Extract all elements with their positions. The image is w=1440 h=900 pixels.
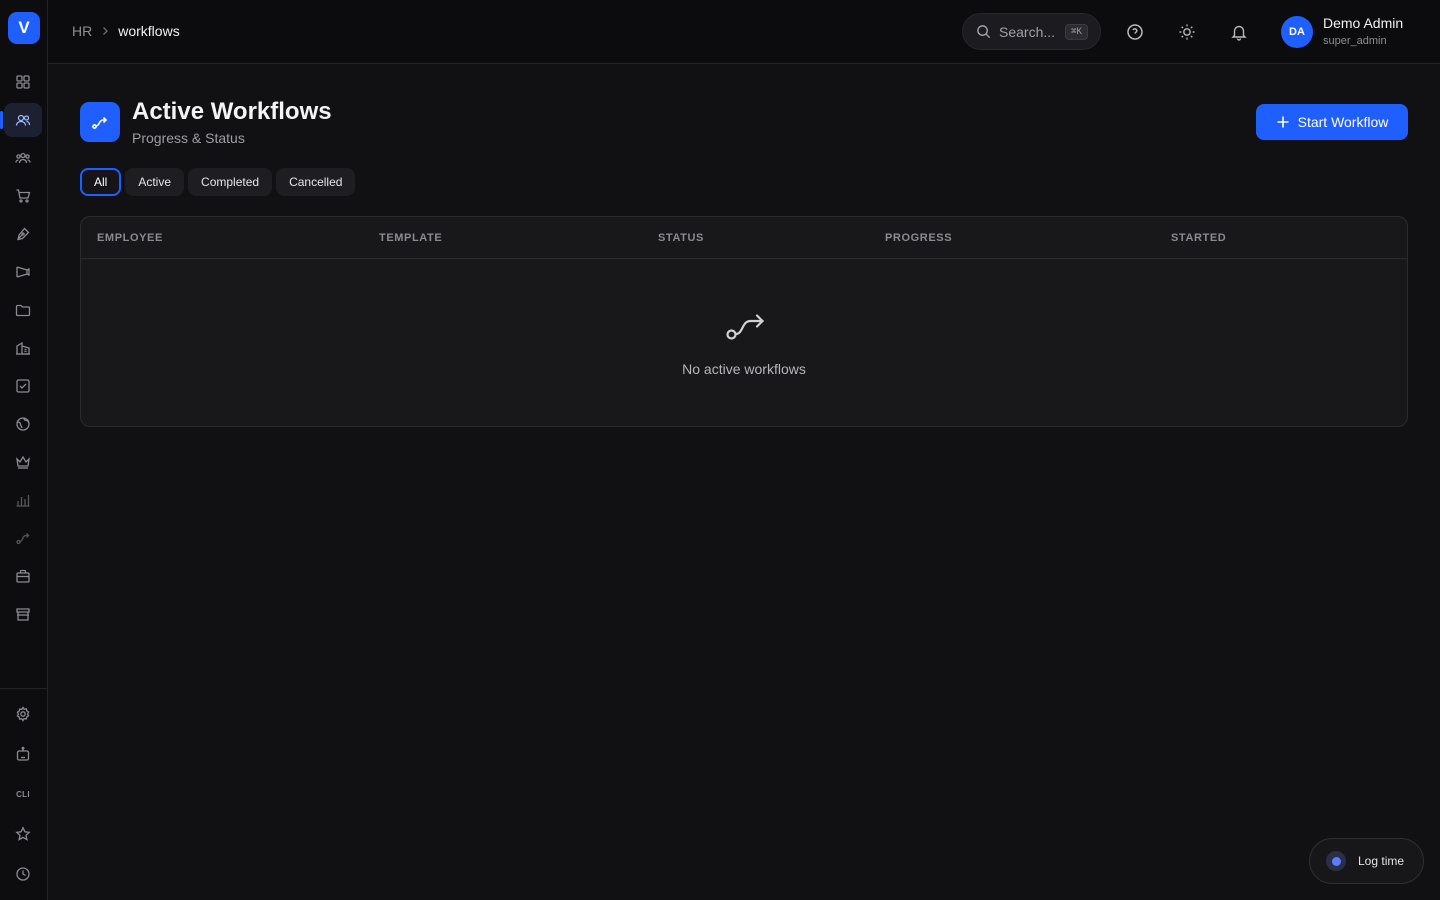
bot-icon[interactable] — [4, 737, 42, 771]
filter-tab-cancelled[interactable]: Cancelled — [276, 168, 356, 196]
search-button[interactable]: Search... ⌘K — [962, 13, 1101, 50]
cli-label: CLI — [16, 789, 30, 799]
cart-icon[interactable] — [4, 179, 42, 213]
column-header-status[interactable]: STATUS — [658, 232, 704, 244]
app-logo[interactable]: V — [8, 12, 40, 44]
plus-icon — [1277, 116, 1289, 128]
empty-state-message: No active workflows — [682, 361, 806, 377]
briefcase-icon[interactable] — [4, 559, 42, 593]
sidebar: V CLI — [0, 0, 48, 900]
topbar: HR workflows Search... ⌘K DA Demo Admin … — [48, 0, 1440, 64]
megaphone-icon[interactable] — [4, 255, 42, 289]
chevron-right-icon — [103, 27, 109, 35]
pen-tool-icon[interactable] — [4, 217, 42, 251]
avatar[interactable]: DA — [1281, 16, 1313, 48]
user-role: super_admin — [1323, 35, 1387, 47]
search-shortcut: ⌘K — [1065, 23, 1088, 40]
route-icon[interactable] — [4, 521, 42, 555]
status-filter-tabs: All Active Completed Cancelled — [80, 168, 356, 196]
team-icon[interactable] — [4, 141, 42, 175]
users-icon[interactable] — [4, 103, 42, 137]
breadcrumb: HR workflows — [72, 23, 180, 39]
bar-chart-icon[interactable] — [4, 483, 42, 517]
timer-dot-icon — [1326, 851, 1346, 871]
empty-route-icon — [726, 314, 765, 340]
breadcrumb-parent[interactable]: HR — [72, 23, 92, 39]
app-root: V CLI HR workflows Search... ⌘K DA Demo … — [0, 0, 1440, 900]
search-icon — [977, 25, 991, 39]
theme-sun-icon[interactable] — [1175, 20, 1199, 44]
settings-gear-icon[interactable] — [4, 697, 42, 731]
clock-icon[interactable] — [4, 857, 42, 891]
filter-tab-active[interactable]: Active — [125, 168, 185, 196]
store-icon[interactable] — [4, 597, 42, 631]
filter-tab-completed[interactable]: Completed — [188, 168, 273, 196]
column-header-progress[interactable]: PROGRESS — [885, 232, 952, 244]
column-header-employee[interactable]: EMPLOYEE — [97, 232, 163, 244]
start-workflow-label: Start Workflow — [1297, 114, 1389, 130]
sidebar-divider — [0, 688, 48, 689]
user-name[interactable]: Demo Admin — [1323, 15, 1403, 31]
cli-nav-item[interactable]: CLI — [4, 777, 42, 811]
breadcrumb-current: workflows — [118, 23, 180, 39]
column-header-started[interactable]: STARTED — [1171, 232, 1226, 244]
page-title: Active Workflows — [132, 98, 332, 125]
star-icon[interactable] — [4, 817, 42, 851]
search-label: Search... — [999, 23, 1056, 40]
crown-icon[interactable] — [4, 445, 42, 479]
column-header-template[interactable]: TEMPLATE — [379, 232, 442, 244]
checkbox-icon[interactable] — [4, 369, 42, 403]
dashboard-icon[interactable] — [4, 65, 42, 99]
folder-icon[interactable] — [4, 293, 42, 327]
log-time-label: Log time — [1358, 854, 1405, 868]
log-time-button[interactable]: Log time — [1309, 838, 1424, 884]
globe-icon[interactable] — [4, 407, 42, 441]
start-workflow-button[interactable]: Start Workflow — [1256, 104, 1408, 140]
building-icon[interactable] — [4, 331, 42, 365]
table-header: EMPLOYEE TEMPLATE STATUS PROGRESS STARTE… — [81, 217, 1407, 259]
page-subtitle: Progress & Status — [132, 130, 245, 146]
help-icon[interactable] — [1123, 20, 1147, 44]
active-nav-indicator — [0, 111, 3, 129]
workflows-table: EMPLOYEE TEMPLATE STATUS PROGRESS STARTE… — [80, 216, 1408, 427]
workflow-route-icon — [80, 102, 120, 142]
filter-tab-all[interactable]: All — [80, 168, 122, 196]
notification-bell-icon[interactable] — [1227, 20, 1251, 44]
